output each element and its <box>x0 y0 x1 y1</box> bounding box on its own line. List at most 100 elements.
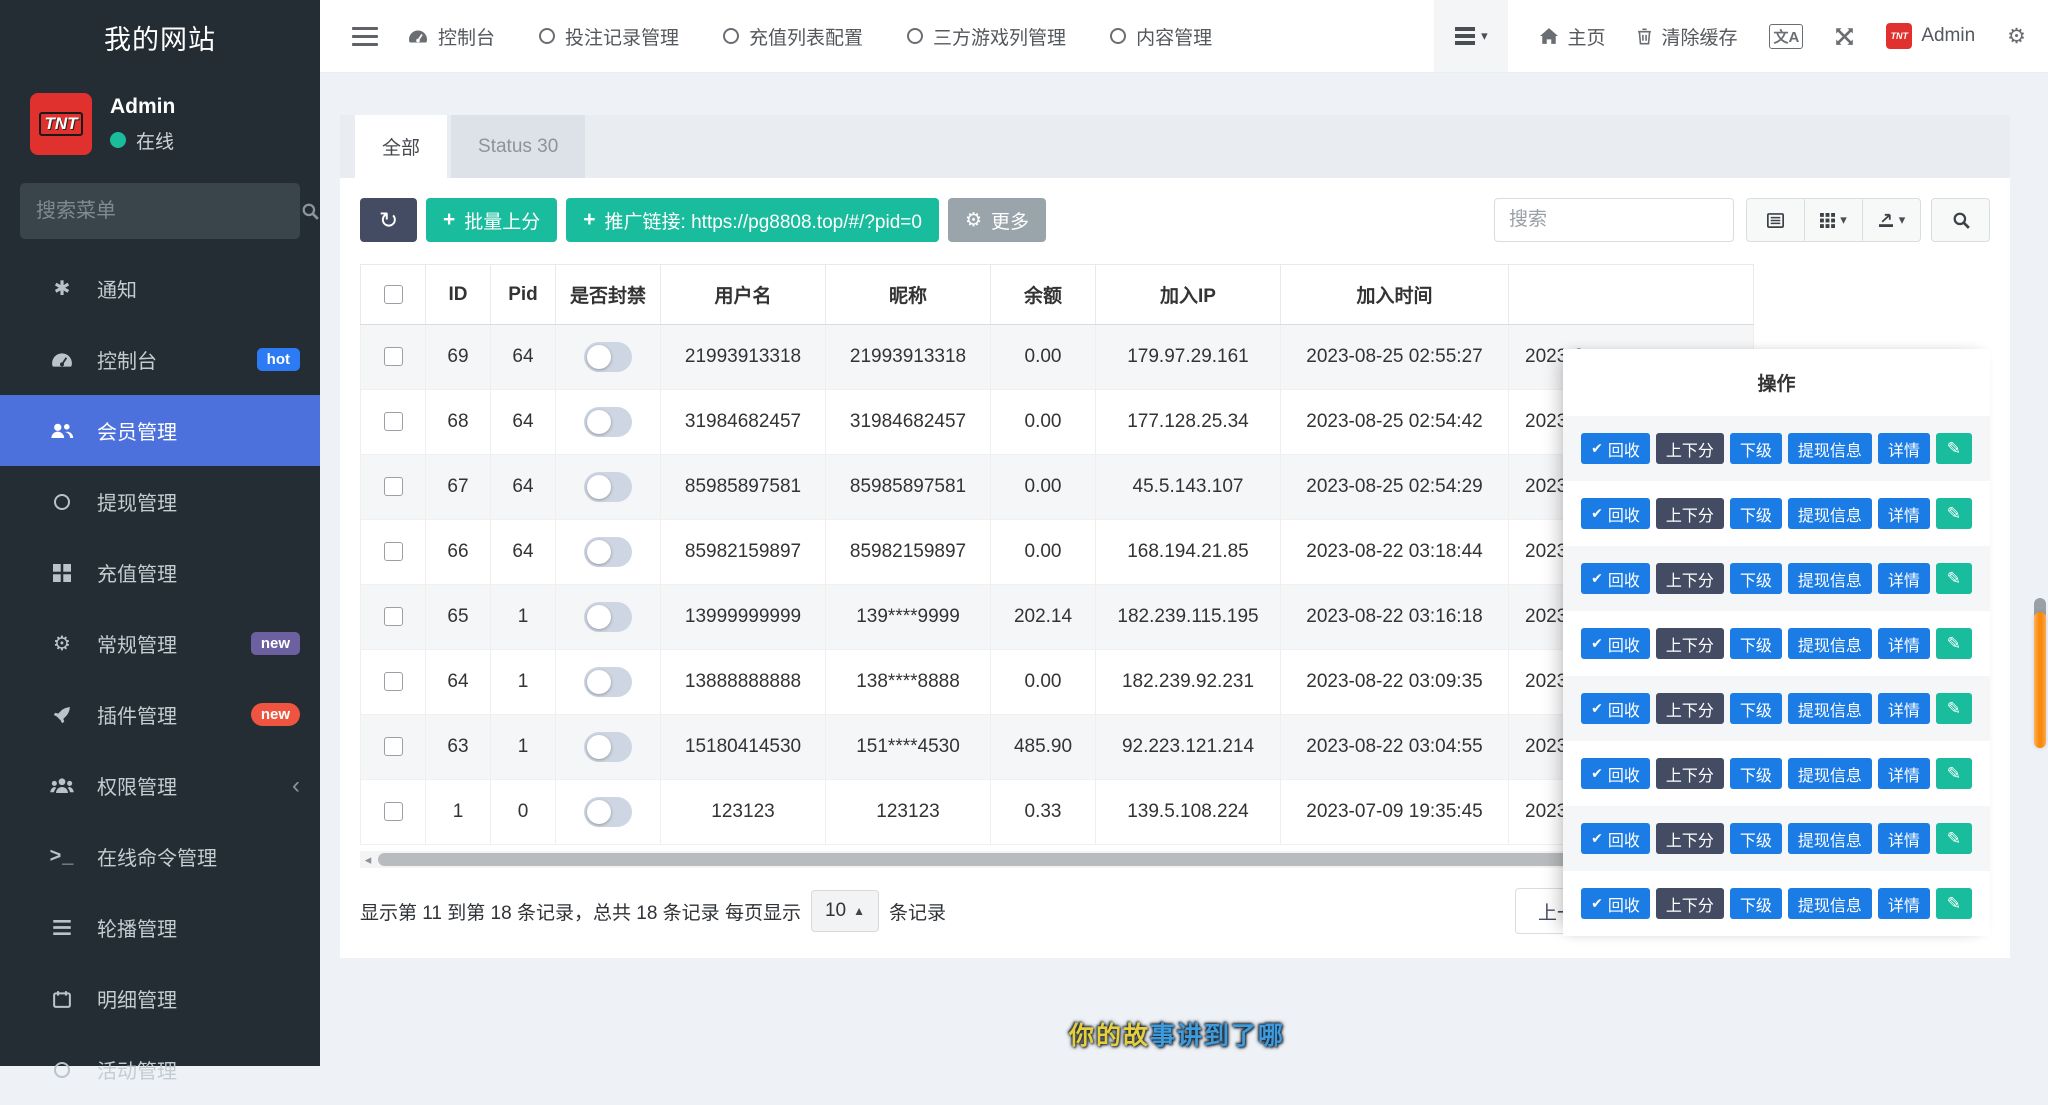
col-pid[interactable]: Pid <box>491 265 556 325</box>
ban-toggle[interactable] <box>584 407 632 437</box>
subordinate-button[interactable]: 下级 <box>1730 823 1782 854</box>
ban-toggle[interactable] <box>584 342 632 372</box>
tabs-dropdown-button[interactable]: ▾ <box>1434 0 1508 72</box>
home-link[interactable]: 主页 <box>1540 23 1605 50</box>
detail-button[interactable]: 详情 <box>1878 433 1930 464</box>
row-checkbox[interactable] <box>384 542 403 561</box>
withdraw-info-button[interactable]: 提现信息 <box>1788 433 1872 464</box>
recycle-button[interactable]: ✔回收 <box>1581 498 1650 529</box>
ban-toggle[interactable] <box>584 472 632 502</box>
topnav-bet-records[interactable]: 投注记录管理 <box>539 23 679 50</box>
detail-button[interactable]: 详情 <box>1878 758 1930 789</box>
tab-status30[interactable]: Status 30 <box>451 115 585 178</box>
withdraw-info-button[interactable]: 提现信息 <box>1788 888 1872 919</box>
detail-button[interactable]: 详情 <box>1878 498 1930 529</box>
updown-button[interactable]: 上下分 <box>1656 433 1724 464</box>
edit-button[interactable]: ✎ <box>1936 563 1972 594</box>
recycle-button[interactable]: ✔回收 <box>1581 888 1650 919</box>
col-join-time[interactable]: 加入时间 <box>1281 265 1509 325</box>
row-checkbox[interactable] <box>384 737 403 756</box>
recycle-button[interactable]: ✔回收 <box>1581 693 1650 724</box>
subordinate-button[interactable]: 下级 <box>1730 888 1782 919</box>
edit-button[interactable]: ✎ <box>1936 823 1972 854</box>
withdraw-info-button[interactable]: 提现信息 <box>1788 823 1872 854</box>
recycle-button[interactable]: ✔回收 <box>1581 823 1650 854</box>
page-size-select[interactable]: 10 ▲ <box>811 890 879 932</box>
menu-toggle-icon[interactable] <box>352 22 378 51</box>
row-checkbox[interactable] <box>384 347 403 366</box>
updown-button[interactable]: 上下分 <box>1656 693 1724 724</box>
sidebar-item-members[interactable]: 会员管理 <box>0 395 320 466</box>
toggle-view-button[interactable] <box>1746 198 1805 242</box>
edit-button[interactable]: ✎ <box>1936 628 1972 659</box>
recycle-button[interactable]: ✔回收 <box>1581 433 1650 464</box>
select-all-checkbox[interactable] <box>384 285 403 304</box>
sidebar-item-activity[interactable]: 活动管理 <box>0 1034 320 1105</box>
col-nickname[interactable]: 昵称 <box>826 265 991 325</box>
subordinate-button[interactable]: 下级 <box>1730 693 1782 724</box>
withdraw-info-button[interactable]: 提现信息 <box>1788 758 1872 789</box>
row-checkbox[interactable] <box>384 412 403 431</box>
table-search-input[interactable] <box>1494 198 1734 242</box>
topnav-recharge-list[interactable]: 充值列表配置 <box>723 23 863 50</box>
ban-toggle[interactable] <box>584 732 632 762</box>
sidebar-item-recharge[interactable]: 充值管理 <box>0 537 320 608</box>
topnav-dashboard[interactable]: 控制台 <box>408 23 495 50</box>
menu-search-input[interactable] <box>36 200 301 223</box>
edit-button[interactable]: ✎ <box>1936 888 1972 919</box>
detail-button[interactable]: 详情 <box>1878 563 1930 594</box>
updown-button[interactable]: 上下分 <box>1656 628 1724 659</box>
topnav-content[interactable]: 内容管理 <box>1110 23 1212 50</box>
subordinate-button[interactable]: 下级 <box>1730 433 1782 464</box>
tab-all[interactable]: 全部 <box>355 115 447 178</box>
detail-button[interactable]: 详情 <box>1878 823 1930 854</box>
sidebar-item-general[interactable]: ⚙ 常规管理 new <box>0 608 320 679</box>
col-balance[interactable]: 余额 <box>991 265 1096 325</box>
ban-toggle[interactable] <box>584 537 632 567</box>
row-checkbox[interactable] <box>384 672 403 691</box>
edit-button[interactable]: ✎ <box>1936 433 1972 464</box>
detail-button[interactable]: 详情 <box>1878 888 1930 919</box>
edit-button[interactable]: ✎ <box>1936 498 1972 529</box>
edit-button[interactable]: ✎ <box>1936 693 1972 724</box>
horizontal-scrollbar-thumb[interactable] <box>378 853 1650 866</box>
subordinate-button[interactable]: 下级 <box>1730 628 1782 659</box>
ban-toggle[interactable] <box>584 602 632 632</box>
promo-link-button[interactable]: + 推广链接: https://pg8808.top/#/?pid=0 <box>566 198 939 242</box>
columns-button[interactable]: ▾ <box>1804 198 1863 242</box>
batch-add-button[interactable]: + 批量上分 <box>426 198 557 242</box>
clear-cache-link[interactable]: 清除缓存 <box>1637 23 1737 50</box>
sidebar-item-command[interactable]: >_ 在线命令管理 <box>0 821 320 892</box>
updown-button[interactable]: 上下分 <box>1656 823 1724 854</box>
topnav-third-games[interactable]: 三方游戏列管理 <box>907 23 1066 50</box>
vertical-scrollbar-thumb[interactable] <box>2034 612 2046 748</box>
menu-search[interactable] <box>20 183 300 239</box>
settings-button[interactable]: ⚙ <box>2007 24 2026 49</box>
updown-button[interactable]: 上下分 <box>1656 563 1724 594</box>
sidebar-item-notice[interactable]: ✱ 通知 <box>0 253 320 324</box>
subordinate-button[interactable]: 下级 <box>1730 563 1782 594</box>
withdraw-info-button[interactable]: 提现信息 <box>1788 498 1872 529</box>
col-join-ip[interactable]: 加入IP <box>1096 265 1281 325</box>
language-button[interactable]: 文A <box>1769 24 1803 49</box>
subordinate-button[interactable]: 下级 <box>1730 758 1782 789</box>
admin-menu[interactable]: TNT Admin <box>1886 23 1975 49</box>
col-banned[interactable]: 是否封禁 <box>556 265 661 325</box>
vertical-scrollbar[interactable] <box>2033 73 2047 1066</box>
updown-button[interactable]: 上下分 <box>1656 498 1724 529</box>
ban-toggle[interactable] <box>584 667 632 697</box>
sidebar-item-addons[interactable]: 插件管理 new <box>0 679 320 750</box>
col-username[interactable]: 用户名 <box>661 265 826 325</box>
withdraw-info-button[interactable]: 提现信息 <box>1788 563 1872 594</box>
sidebar-item-detail[interactable]: 明细管理 <box>0 963 320 1034</box>
ban-toggle[interactable] <box>584 797 632 827</box>
edit-button[interactable]: ✎ <box>1936 758 1972 789</box>
row-checkbox[interactable] <box>384 607 403 626</box>
withdraw-info-button[interactable]: 提现信息 <box>1788 693 1872 724</box>
row-checkbox[interactable] <box>384 477 403 496</box>
recycle-button[interactable]: ✔回收 <box>1581 563 1650 594</box>
refresh-button[interactable]: ↻ <box>360 198 417 242</box>
sidebar-item-withdrawals[interactable]: 提现管理 <box>0 466 320 537</box>
sidebar-item-dashboard[interactable]: 控制台 hot <box>0 324 320 395</box>
sidebar-item-auth[interactable]: 权限管理 ‹ <box>0 750 320 821</box>
